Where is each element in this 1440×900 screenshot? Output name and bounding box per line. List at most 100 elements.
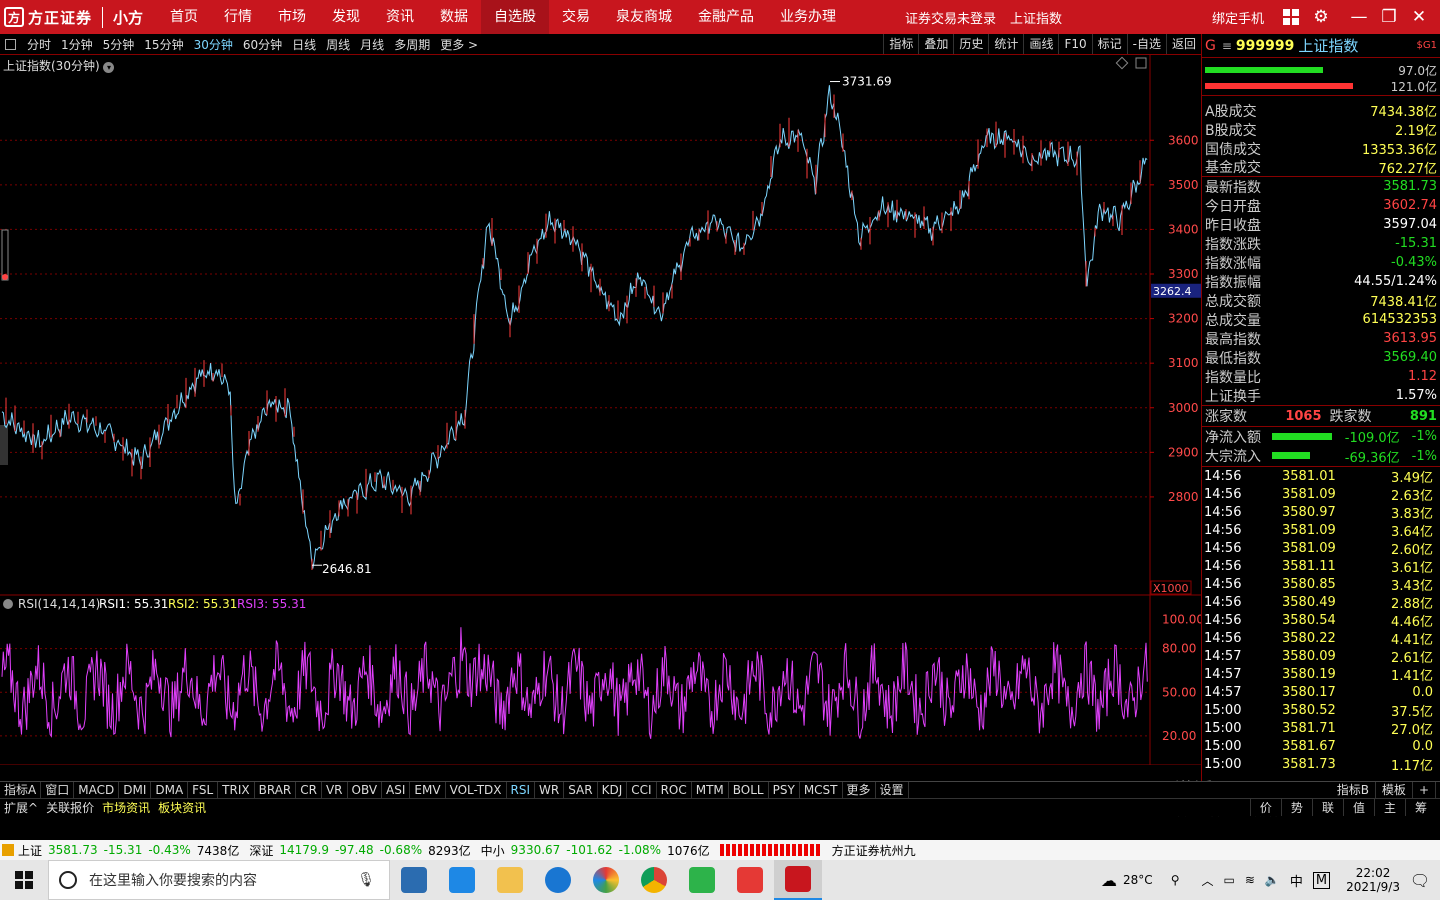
nav-item[interactable]: 发现 xyxy=(319,0,373,34)
indicator-tab[interactable]: BOLL xyxy=(729,782,769,798)
indicator-tab[interactable]: 窗口 xyxy=(41,782,75,798)
mail-icon[interactable] xyxy=(438,860,486,900)
nav-item[interactable]: 泉友商城 xyxy=(603,0,685,34)
indicator-tab[interactable]: WR xyxy=(535,782,565,798)
bind-phone-link[interactable]: 绑定手机 xyxy=(1212,8,1264,27)
indicator-tab-right[interactable]: 指标B xyxy=(1331,782,1376,798)
tool-button[interactable]: -自选 xyxy=(1126,34,1166,54)
nav-item[interactable]: 业务办理 xyxy=(767,0,849,34)
zx-name[interactable]: 中小 xyxy=(481,842,505,859)
notification-icon[interactable]: 🗨 xyxy=(1400,860,1440,900)
period-tab[interactable]: 1分钟 xyxy=(56,36,98,53)
trade-login-status[interactable]: 证券交易未登录 xyxy=(905,8,996,27)
edge-icon[interactable] xyxy=(534,860,582,900)
weather-icon[interactable]: ☁ xyxy=(1101,871,1117,890)
indicator-tab[interactable]: TRIX xyxy=(218,782,255,798)
info-tab[interactable]: 市场资讯 xyxy=(98,799,154,816)
period-tab[interactable]: 15分钟 xyxy=(139,36,188,53)
indicator-tab[interactable]: ROC xyxy=(657,782,692,798)
indicator-tab[interactable]: 指标A xyxy=(0,782,42,798)
wps-icon[interactable] xyxy=(726,860,774,900)
grid-icon[interactable] xyxy=(1278,4,1304,30)
indicator-tab[interactable]: PSY xyxy=(769,782,800,798)
indicator-tab[interactable]: OBV xyxy=(348,782,383,798)
nav-item[interactable]: 资讯 xyxy=(373,0,427,34)
indicator-tab[interactable]: EMV xyxy=(410,782,446,798)
founder-app-icon[interactable] xyxy=(774,860,822,900)
period-tab[interactable]: 60分钟 xyxy=(238,36,287,53)
close-icon[interactable]: ✕ xyxy=(1406,4,1432,30)
tool-button[interactable]: 统计 xyxy=(988,34,1023,54)
ime-indicator[interactable]: 中 xyxy=(1290,871,1303,890)
period-tab[interactable]: 日线 xyxy=(287,36,321,53)
period-tab[interactable]: 5分钟 xyxy=(98,36,140,53)
indicator-tab[interactable]: VOL-TDX xyxy=(446,782,507,798)
indicator-tab[interactable]: DMI xyxy=(119,782,152,798)
chevron-up-icon[interactable]: ︿ xyxy=(1201,872,1213,889)
indicator-tab[interactable]: RSI xyxy=(507,782,536,798)
nav-item[interactable]: 数据 xyxy=(427,0,481,34)
period-tab[interactable]: 周线 xyxy=(321,36,355,53)
nav-item[interactable]: 交易 xyxy=(549,0,603,34)
period-tab[interactable]: 月线 xyxy=(355,36,389,53)
app-logo[interactable]: 方 方正证券 小方 xyxy=(4,0,143,34)
indicator-tab[interactable]: KDJ xyxy=(598,782,628,798)
info-tab-right[interactable]: 联 xyxy=(1311,799,1343,816)
store-icon[interactable] xyxy=(390,860,438,900)
tool-button[interactable]: 指标 xyxy=(883,34,918,54)
indicator-tab[interactable]: MCST xyxy=(800,782,843,798)
nav-item[interactable]: 金融产品 xyxy=(685,0,767,34)
wifi-icon[interactable]: ≋ xyxy=(1245,873,1255,887)
panel-toggle-icon[interactable] xyxy=(5,38,16,50)
info-tab[interactable]: 板块资讯 xyxy=(154,799,210,816)
info-tab[interactable]: 扩展^ xyxy=(0,799,42,816)
period-tab[interactable]: 多周期 xyxy=(389,36,435,53)
photos-icon[interactable] xyxy=(582,860,630,900)
mic-icon[interactable]: 🎙 xyxy=(357,872,375,888)
people-icon[interactable]: ⚲ xyxy=(1171,873,1180,887)
tool-button[interactable]: 历史 xyxy=(953,34,988,54)
minimize-icon[interactable]: — xyxy=(1346,4,1372,30)
indicator-tab[interactable]: 设置 xyxy=(876,782,909,798)
tool-button[interactable]: F10 xyxy=(1058,34,1091,54)
top-index-link[interactable]: 上证指数 xyxy=(1010,8,1062,27)
clock[interactable]: 22:02 2021/9/3 xyxy=(1346,866,1400,894)
info-tab-right[interactable]: 值 xyxy=(1342,799,1374,816)
nav-item[interactable]: 行情 xyxy=(211,0,265,34)
volume-icon[interactable]: 🔈 xyxy=(1265,873,1280,887)
ime-mode-icon[interactable]: M xyxy=(1312,871,1331,889)
indicator-tab[interactable]: SAR xyxy=(564,782,598,798)
indicator-tab[interactable]: 更多 xyxy=(843,782,876,798)
tool-button[interactable]: 标记 xyxy=(1091,34,1127,54)
tool-button[interactable]: 返回 xyxy=(1165,34,1201,54)
info-tab-right[interactable]: 势 xyxy=(1280,799,1312,816)
info-tab-right[interactable]: 主 xyxy=(1373,799,1405,816)
tool-button[interactable]: 叠加 xyxy=(918,34,953,54)
indicator-tab[interactable]: CCI xyxy=(627,782,657,798)
chrome-icon[interactable] xyxy=(630,860,678,900)
sz-name[interactable]: 深证 xyxy=(249,842,273,859)
restore-icon[interactable]: ❐ xyxy=(1376,4,1402,30)
taskbar-search[interactable]: 在这里输入你要搜索的内容 🎙 xyxy=(48,860,390,900)
indicator-tab[interactable]: CR xyxy=(296,782,322,798)
period-tab[interactable]: 30分钟 xyxy=(189,36,238,53)
indicator-tab[interactable]: MTM xyxy=(692,782,729,798)
windows-start-icon[interactable] xyxy=(0,860,48,900)
indicator-tab[interactable]: MACD xyxy=(74,782,120,798)
nav-item[interactable]: 自选股 xyxy=(481,0,550,34)
tick-list[interactable]: 14:56 3581.01 3.49亿 14:56 3581.09 2.63亿 14:56 3… xyxy=(1202,467,1440,774)
menu-lines-icon[interactable]: ≡ xyxy=(1222,39,1232,53)
kline-chart[interactable]: 3600 3500 3400 3300 3200 3100 3000 2900 2800 3262… xyxy=(0,55,1204,780)
info-tab-right[interactable]: 筹 xyxy=(1404,799,1436,816)
indicator-tab[interactable]: VR xyxy=(322,782,348,798)
indicator-tab[interactable]: ASI xyxy=(382,782,411,798)
explorer-icon[interactable] xyxy=(486,860,534,900)
chevron-down-icon[interactable]: ▾ xyxy=(103,62,115,73)
indicator-tab[interactable]: FSL xyxy=(188,782,219,798)
indicator-tab[interactable]: BRAR xyxy=(255,782,297,798)
period-tab[interactable]: 分时 xyxy=(22,36,56,53)
indicator-tab-right[interactable]: 模板 xyxy=(1376,782,1413,798)
sh-name[interactable]: 上证 xyxy=(18,842,42,859)
nav-item[interactable]: 首页 xyxy=(157,0,211,34)
chart-area[interactable]: 3600 3500 3400 3300 3200 3100 3000 2900 2800 3262… xyxy=(0,55,1204,780)
